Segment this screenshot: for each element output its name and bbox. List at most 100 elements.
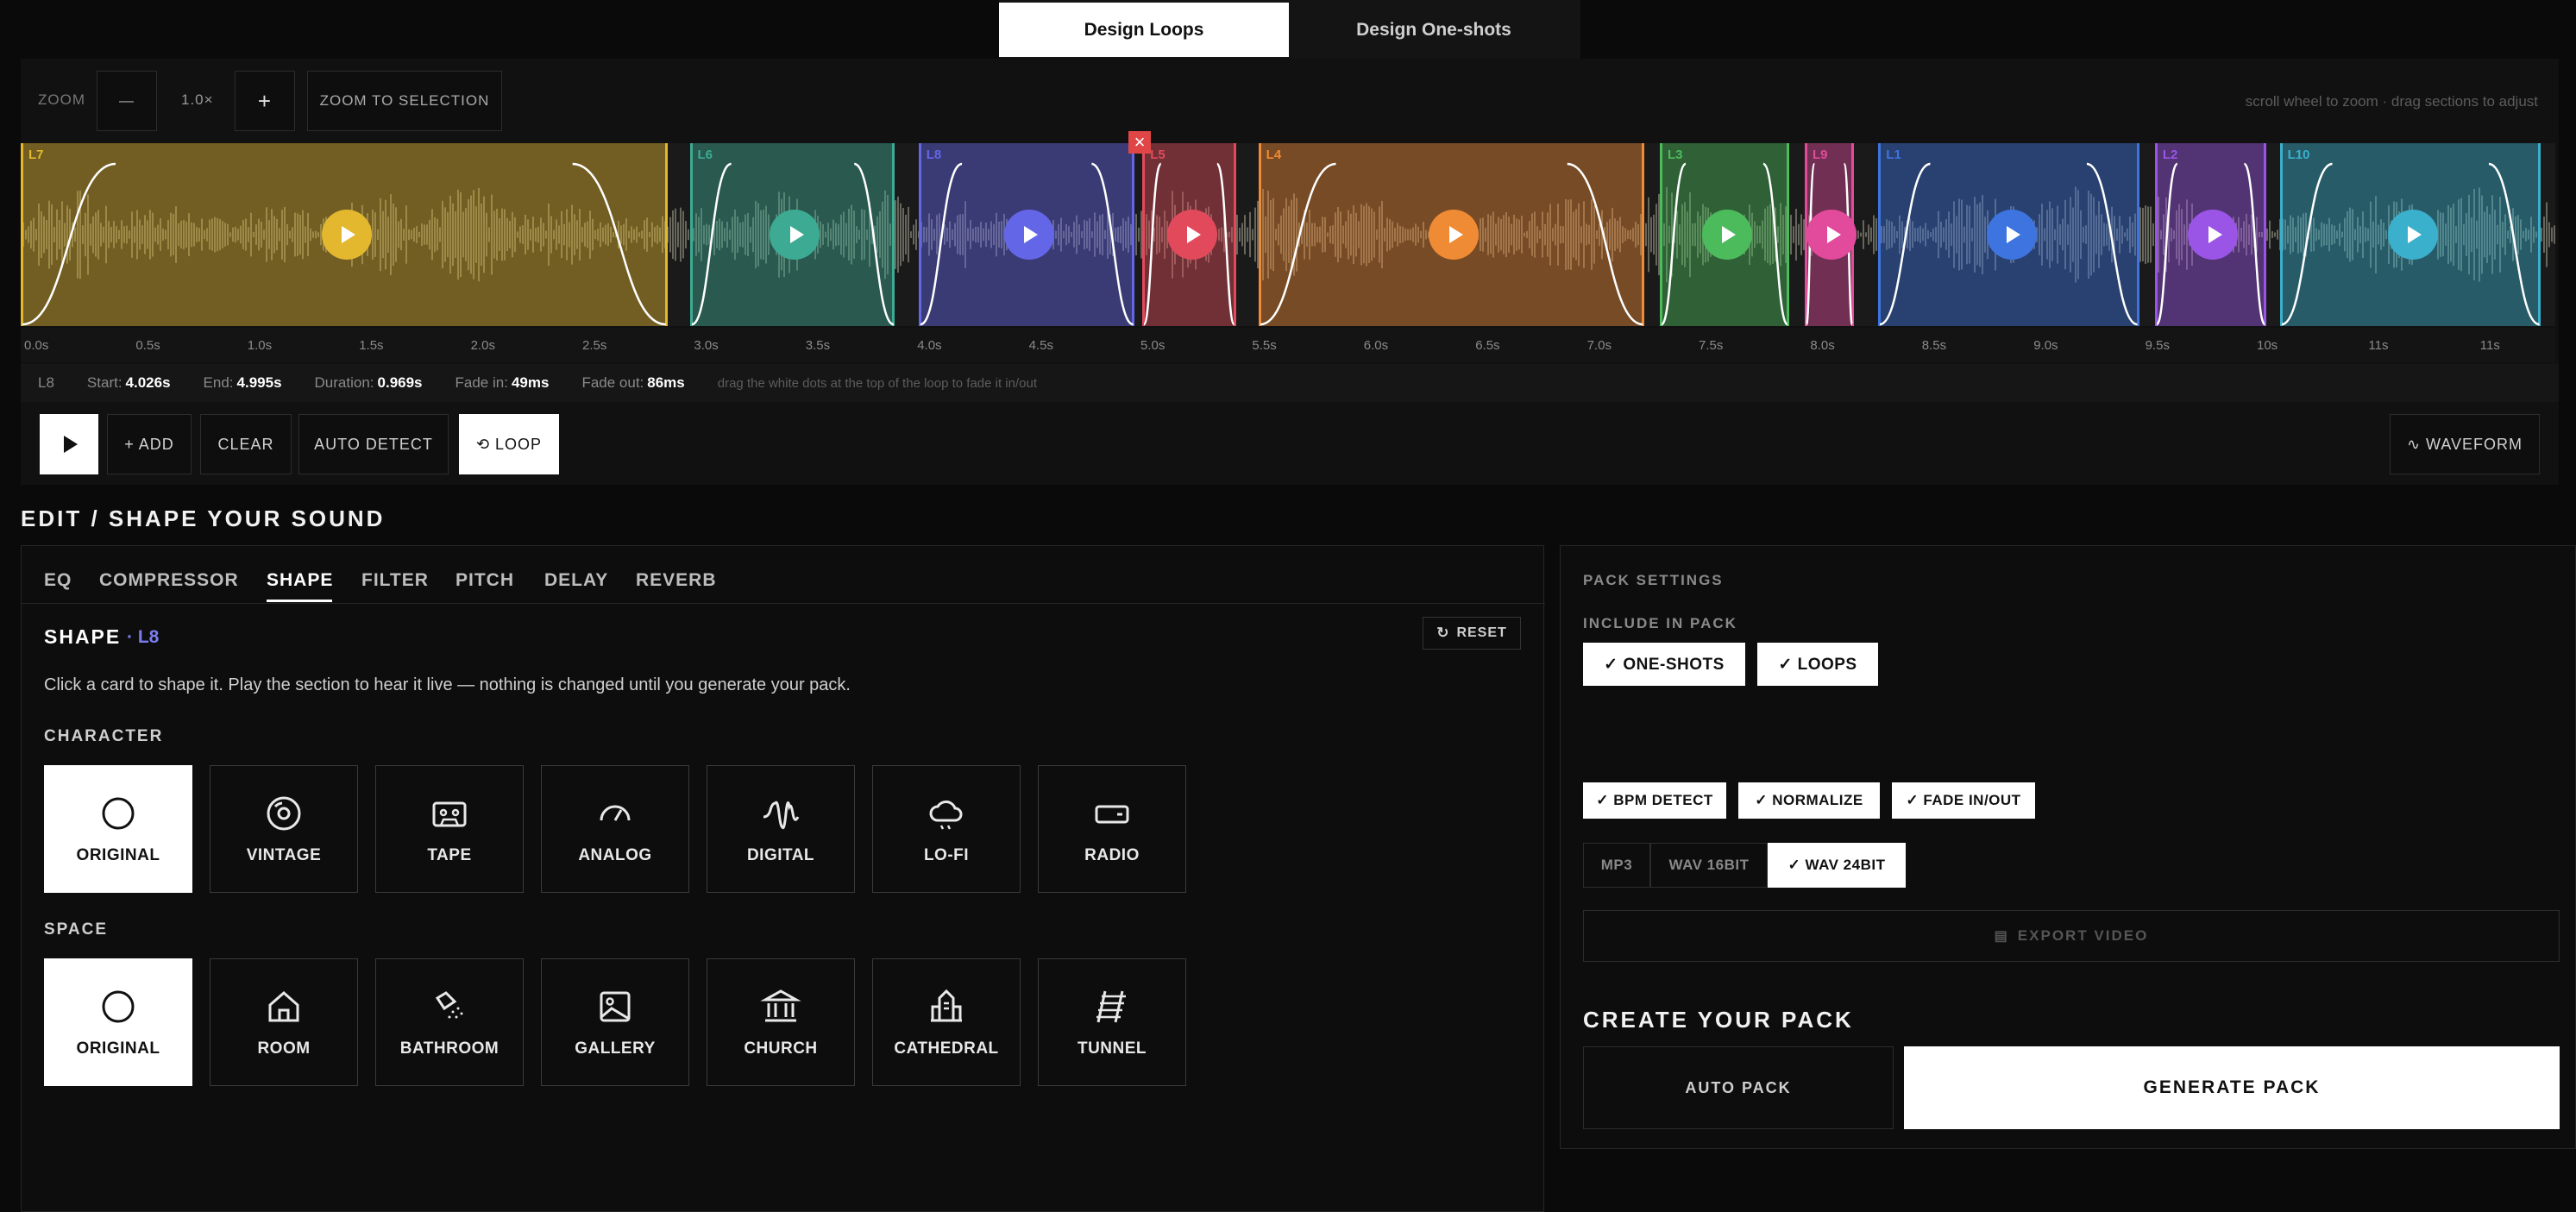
space-card-gallery[interactable]: GALLERY — [541, 958, 689, 1086]
mode-tabs: Design Loops Design One-shots — [999, 0, 1580, 59]
export-video-button[interactable]: ▤ EXPORT VIDEO — [1583, 910, 2560, 962]
space-card-bathroom[interactable]: BATHROOM — [375, 958, 524, 1086]
character-card-radio[interactable]: RADIO — [1038, 765, 1186, 893]
loop-region-l6[interactable]: L6 — [689, 143, 895, 326]
loop-region-l2[interactable]: L2 — [2154, 143, 2267, 326]
bpm-detect-toggle[interactable]: ✓ BPM DETECT — [1583, 782, 1726, 819]
space-card-church[interactable]: CHURCH — [707, 958, 855, 1086]
audio-wave-icon — [760, 793, 801, 834]
loop-play-button[interactable] — [1166, 210, 1217, 260]
ruler-tick: 9.5s — [2145, 338, 2170, 353]
ruler-tick: 2.0s — [470, 338, 495, 353]
tab-delay[interactable]: DELAY — [544, 570, 608, 591]
ruler-tick: 9.0s — [2033, 338, 2058, 353]
tab-pitch[interactable]: PITCH — [456, 570, 514, 591]
play-icon — [1722, 226, 1737, 243]
ruler-tick: 6.0s — [1363, 338, 1389, 353]
waveform-toggle-button[interactable]: ∿ WAVEFORM — [2390, 414, 2540, 474]
play-icon — [64, 436, 78, 453]
generate-pack-button[interactable]: GENERATE PACK — [1904, 1046, 2560, 1129]
clear-button[interactable]: CLEAR — [200, 414, 292, 474]
tab-eq[interactable]: EQ — [44, 570, 72, 591]
loop-play-button[interactable] — [1003, 210, 1054, 260]
space-card-tunnel[interactable]: TUNNEL — [1038, 958, 1186, 1086]
character-card-analog[interactable]: ANALOG — [541, 765, 689, 893]
tab-design-loops[interactable]: Design Loops — [999, 3, 1289, 57]
play-icon — [1024, 226, 1039, 243]
loop-play-button[interactable] — [1701, 210, 1752, 260]
space-card-cathedral[interactable]: CATHEDRAL — [872, 958, 1021, 1086]
include-oneshots-toggle[interactable]: ✓ ONE-SHOTS — [1583, 643, 1745, 686]
loop-toggle-button[interactable]: ⟲ LOOP — [459, 414, 559, 474]
format-mp3[interactable]: MP3 — [1583, 843, 1650, 888]
include-loops-toggle[interactable]: ✓ LOOPS — [1757, 643, 1878, 686]
cloud-icon — [926, 793, 967, 834]
ruler-tick: 8.5s — [1921, 338, 1947, 353]
add-button[interactable]: + ADD — [107, 414, 192, 474]
circle-icon — [97, 986, 139, 1027]
tab-shape[interactable]: SHAPE — [267, 570, 333, 591]
format-wav16[interactable]: WAV 16BIT — [1650, 843, 1768, 888]
zoom-in-button[interactable]: + — [235, 71, 295, 131]
fade-toggle[interactable]: ✓ FADE IN/OUT — [1892, 782, 2035, 819]
loop-region-l1[interactable]: L1 — [1878, 143, 2139, 326]
loop-region-l9[interactable]: L9 — [1805, 143, 1857, 326]
ruler-tick: 0.5s — [135, 338, 160, 353]
character-card-vintage[interactable]: VINTAGE — [210, 765, 358, 893]
tab-filter[interactable]: FILTER — [361, 570, 429, 591]
close-icon[interactable]: × — [1128, 131, 1151, 154]
loop-region-l5[interactable]: L5 — [1142, 143, 1236, 326]
ruler-tick: 5.0s — [1140, 338, 1165, 353]
zoom-out-button[interactable]: — — [97, 71, 157, 131]
loop-play-button[interactable] — [770, 210, 820, 260]
loop-region-l3[interactable]: L3 — [1659, 143, 1789, 326]
reset-icon: ↻ — [1436, 625, 1450, 641]
rail-track-icon — [1091, 986, 1133, 1027]
ruler-tick: 11s — [2368, 338, 2389, 353]
fade-out-info: Fade out: 86ms — [581, 374, 685, 391]
loop-play-button[interactable] — [1429, 210, 1480, 260]
loop-region-l4[interactable]: L4 — [1258, 143, 1644, 326]
fade-in-info: Fade in: 49ms — [455, 374, 550, 391]
card-label: GALLERY — [575, 1039, 656, 1058]
fade-hint: drag the white dots at the top of the lo… — [717, 375, 1038, 391]
reset-button[interactable]: ↻ RESET — [1423, 617, 1521, 650]
loop-play-button[interactable] — [1986, 210, 2037, 260]
auto-detect-button[interactable]: AUTO DETECT — [298, 414, 449, 474]
house-icon — [263, 986, 305, 1027]
shower-icon — [429, 986, 470, 1027]
card-label: TAPE — [427, 846, 472, 864]
space-card-room[interactable]: ROOM — [210, 958, 358, 1086]
tab-compressor[interactable]: COMPRESSOR — [99, 570, 239, 591]
play-button[interactable] — [40, 414, 98, 474]
normalize-toggle[interactable]: ✓ NORMALIZE — [1738, 782, 1880, 819]
zoom-hint: scroll wheel to zoom · drag sections to … — [2245, 93, 2538, 110]
space-card-original[interactable]: ORIGINAL — [44, 958, 192, 1086]
character-card-tape[interactable]: TAPE — [375, 765, 524, 893]
ruler-tick: 3.0s — [694, 338, 719, 353]
start-info: Start: 4.026s — [86, 374, 171, 391]
selection-info-bar: L8 Start: 4.026s End: 4.995s Duration: 0.96… — [21, 364, 2559, 402]
card-label: VINTAGE — [246, 846, 322, 864]
loop-region-l10[interactable]: L10 — [2279, 143, 2541, 326]
loop-play-button[interactable] — [2387, 210, 2438, 260]
auto-pack-button[interactable]: AUTO PACK — [1583, 1046, 1894, 1129]
format-wav24[interactable]: ✓ WAV 24BIT — [1768, 843, 1906, 888]
waveform-timeline[interactable]: L7 L6 L8 L5 L4 L3 L9 L1 L2 L10 — [21, 143, 2555, 326]
end-info: End: 4.995s — [203, 374, 282, 391]
zoom-level: 1.0× — [181, 91, 214, 108]
card-label: LO-FI — [923, 846, 970, 864]
loop-region-l8[interactable]: L8 — [918, 143, 1135, 326]
create-pack-title: CREATE YOUR PACK — [1583, 1007, 1854, 1033]
shape-loop-tag: · L8 — [127, 627, 160, 647]
tab-design-one-shots[interactable]: Design One-shots — [1289, 3, 1579, 57]
card-label: ORIGINAL — [76, 846, 160, 864]
zoom-to-selection-button[interactable]: ZOOM TO SELECTION — [307, 71, 502, 131]
tab-reverb[interactable]: REVERB — [636, 570, 717, 591]
loop-region-l7[interactable]: L7 — [21, 143, 668, 326]
character-card-lo-fi[interactable]: LO-FI — [872, 765, 1021, 893]
character-card-digital[interactable]: DIGITAL — [707, 765, 855, 893]
loop-play-button[interactable] — [321, 210, 372, 260]
play-icon — [342, 226, 356, 243]
character-card-original[interactable]: ORIGINAL — [44, 765, 192, 893]
